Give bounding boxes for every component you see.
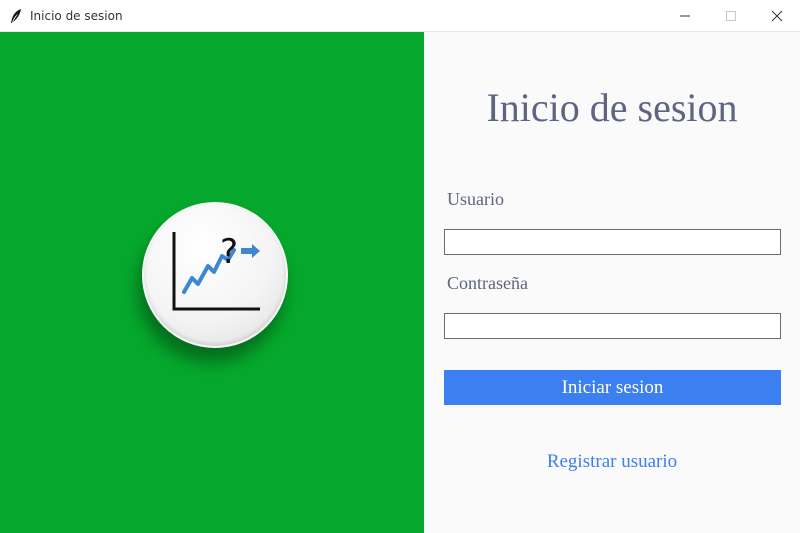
brand-panel: ? xyxy=(0,32,424,533)
password-field[interactable] xyxy=(444,313,781,339)
register-link[interactable]: Registrar usuario xyxy=(424,451,800,473)
app-logo: ? xyxy=(142,202,288,348)
login-window: Inicio de sesion ? Inicio de sesion Usua… xyxy=(0,0,800,533)
close-button[interactable] xyxy=(754,0,800,32)
username-label: Usuario xyxy=(447,189,504,209)
minimize-button[interactable] xyxy=(662,0,708,32)
chart-question-icon: ? xyxy=(172,232,260,311)
title-bar[interactable]: Inicio de sesion xyxy=(0,0,800,32)
minimize-icon xyxy=(680,15,690,17)
maximize-icon xyxy=(726,11,736,21)
maximize-button[interactable] xyxy=(708,0,754,32)
close-icon xyxy=(771,10,783,22)
login-form: Inicio de sesion Usuario Contraseña Inic… xyxy=(424,32,800,533)
username-field[interactable] xyxy=(444,229,781,255)
login-button[interactable]: Iniciar sesion xyxy=(444,370,781,405)
feather-icon xyxy=(9,8,23,24)
page-title: Inicio de sesion xyxy=(486,85,738,130)
svg-text:?: ? xyxy=(220,232,238,272)
password-label: Contraseña xyxy=(447,273,528,293)
window-title: Inicio de sesion xyxy=(30,9,123,23)
